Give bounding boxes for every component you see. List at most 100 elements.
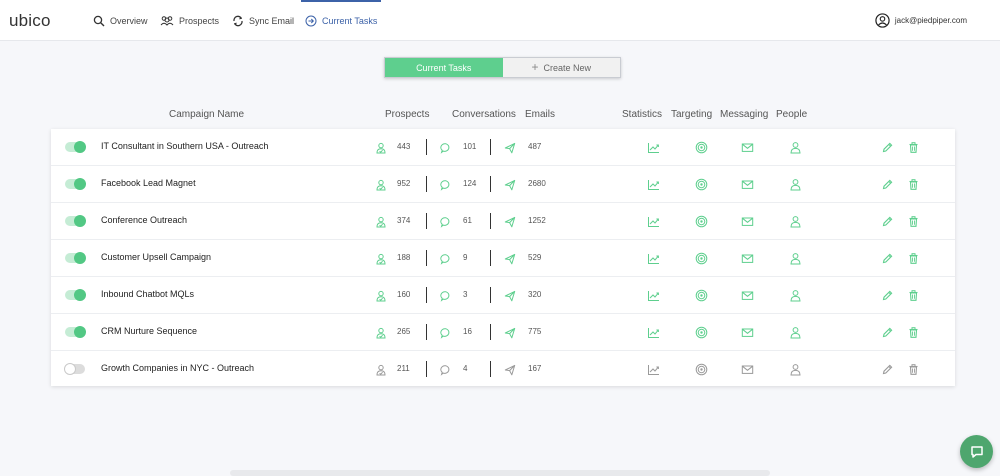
campaign-name[interactable]: Growth Companies in NYC - Outreach — [101, 363, 254, 373]
statistics-icon[interactable] — [647, 252, 660, 265]
column-divider — [426, 176, 427, 192]
conversation-icon — [440, 363, 452, 376]
column-divider — [490, 287, 491, 303]
person-icon[interactable] — [789, 326, 802, 339]
statistics-icon[interactable] — [647, 289, 660, 302]
delete-trash-icon[interactable] — [907, 252, 920, 265]
table-row: Growth Companies in NYC - Outreach 211 4… — [51, 351, 955, 388]
conversation-icon — [440, 326, 452, 339]
person-icon[interactable] — [789, 289, 802, 302]
statistics-icon[interactable] — [647, 215, 660, 228]
person-icon[interactable] — [789, 141, 802, 154]
delete-trash-icon[interactable] — [907, 215, 920, 228]
target-icon[interactable] — [695, 215, 708, 228]
chat-bubble-icon — [970, 445, 983, 458]
conversation-icon — [440, 141, 452, 154]
mail-icon[interactable] — [741, 178, 754, 191]
person-icon[interactable] — [789, 178, 802, 191]
chat-launcher-button[interactable] — [960, 435, 993, 468]
emails-count: 487 — [528, 142, 542, 151]
mail-icon[interactable] — [741, 363, 754, 376]
person-icon[interactable] — [789, 215, 802, 228]
prospect-icon — [375, 215, 387, 228]
edit-pencil-icon[interactable] — [881, 215, 894, 228]
edit-pencil-icon[interactable] — [881, 141, 894, 154]
target-icon[interactable] — [695, 289, 708, 302]
send-icon — [504, 363, 516, 376]
table-row: Inbound Chatbot MQLs 160 3 320 — [51, 277, 955, 314]
toggle-knob — [74, 178, 86, 190]
target-icon[interactable] — [695, 363, 708, 376]
table-row: Facebook Lead Magnet 952 124 2680 — [51, 166, 955, 203]
column-divider — [490, 324, 491, 340]
target-icon[interactable] — [695, 326, 708, 339]
campaign-active-toggle[interactable] — [65, 215, 86, 227]
delete-trash-icon[interactable] — [907, 141, 920, 154]
column-divider — [490, 139, 491, 155]
nav-overview[interactable]: Overview — [93, 0, 148, 41]
column-divider — [490, 213, 491, 229]
campaign-name[interactable]: Conference Outreach — [101, 215, 187, 225]
campaign-active-toggle[interactable] — [65, 326, 86, 338]
conversation-icon — [440, 289, 452, 302]
delete-trash-icon[interactable] — [907, 326, 920, 339]
prospects-count: 374 — [397, 216, 411, 225]
campaign-name[interactable]: IT Consultant in Southern USA - Outreach — [101, 141, 268, 151]
prospect-icon — [375, 141, 387, 154]
column-header-prospects: Prospects — [385, 109, 430, 120]
target-icon[interactable] — [695, 141, 708, 154]
edit-pencil-icon[interactable] — [881, 326, 894, 339]
campaign-active-toggle[interactable] — [65, 141, 86, 153]
table-row: CRM Nurture Sequence 265 16 775 — [51, 314, 955, 351]
campaign-name[interactable]: Inbound Chatbot MQLs — [101, 289, 194, 299]
person-icon[interactable] — [789, 363, 802, 376]
statistics-icon[interactable] — [647, 178, 660, 191]
campaign-active-toggle[interactable] — [65, 178, 86, 190]
app-logo[interactable]: ubico — [9, 11, 51, 31]
column-divider — [426, 287, 427, 303]
mail-icon[interactable] — [741, 252, 754, 265]
campaign-active-toggle[interactable] — [64, 363, 85, 375]
current-tasks-tab[interactable]: Current Tasks — [385, 58, 503, 77]
column-header-emails: Emails — [525, 109, 556, 120]
delete-trash-icon[interactable] — [907, 363, 920, 376]
campaign-active-toggle[interactable] — [65, 289, 86, 301]
conversations-count: 9 — [463, 253, 468, 262]
prospects-count: 160 — [397, 290, 411, 299]
mail-icon[interactable] — [741, 141, 754, 154]
campaign-active-toggle[interactable] — [65, 252, 86, 264]
conversations-count: 61 — [463, 216, 472, 225]
campaign-name[interactable]: CRM Nurture Sequence — [101, 326, 197, 336]
target-icon[interactable] — [695, 252, 708, 265]
statistics-icon[interactable] — [647, 141, 660, 154]
edit-pencil-icon[interactable] — [881, 252, 894, 265]
task-view-toggle: Current Tasks + Create New — [384, 57, 621, 78]
edit-pencil-icon[interactable] — [881, 363, 894, 376]
person-icon[interactable] — [789, 252, 802, 265]
nav-sync-email[interactable]: Sync Email — [232, 0, 294, 41]
top-navigation-bar: ubico Overview Prospects Sync Email Curr… — [0, 0, 1000, 41]
mail-icon[interactable] — [741, 289, 754, 302]
mail-icon[interactable] — [741, 326, 754, 339]
mail-icon[interactable] — [741, 215, 754, 228]
column-divider — [426, 213, 427, 229]
conversations-count: 16 — [463, 327, 472, 336]
user-menu[interactable]: jack@piedpiper.com — [875, 0, 967, 41]
table-row: Conference Outreach 374 61 1252 — [51, 203, 955, 240]
nav-current-tasks[interactable]: Current Tasks — [300, 0, 382, 41]
nav-prospects[interactable]: Prospects — [160, 0, 219, 41]
conversations-count: 3 — [463, 290, 468, 299]
campaign-name[interactable]: Facebook Lead Magnet — [101, 178, 196, 188]
target-icon[interactable] — [695, 178, 708, 191]
campaign-name[interactable]: Customer Upsell Campaign — [101, 252, 211, 262]
create-new-tab[interactable]: + Create New — [502, 58, 620, 77]
edit-pencil-icon[interactable] — [881, 289, 894, 302]
edit-pencil-icon[interactable] — [881, 178, 894, 191]
statistics-icon[interactable] — [647, 363, 660, 376]
statistics-icon[interactable] — [647, 326, 660, 339]
delete-trash-icon[interactable] — [907, 178, 920, 191]
delete-trash-icon[interactable] — [907, 289, 920, 302]
conversations-count: 124 — [463, 179, 477, 188]
sync-icon — [233, 15, 243, 26]
nav-overview-label: Overview — [110, 15, 148, 26]
